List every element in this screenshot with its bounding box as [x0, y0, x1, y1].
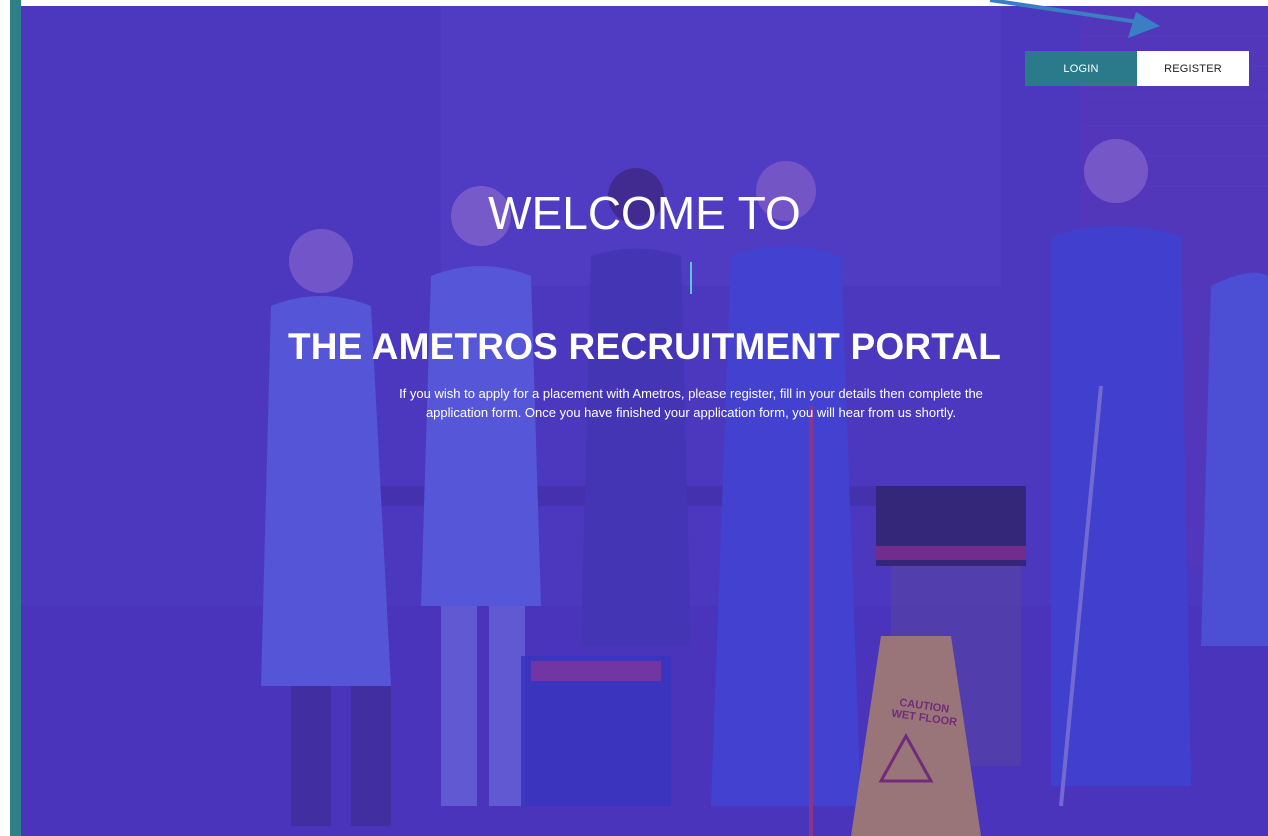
page: CAUTION WET FLOOR LOGIN REGISTER WELCOME… — [0, 0, 1268, 836]
pointer-arrow-icon — [989, 0, 1160, 38]
